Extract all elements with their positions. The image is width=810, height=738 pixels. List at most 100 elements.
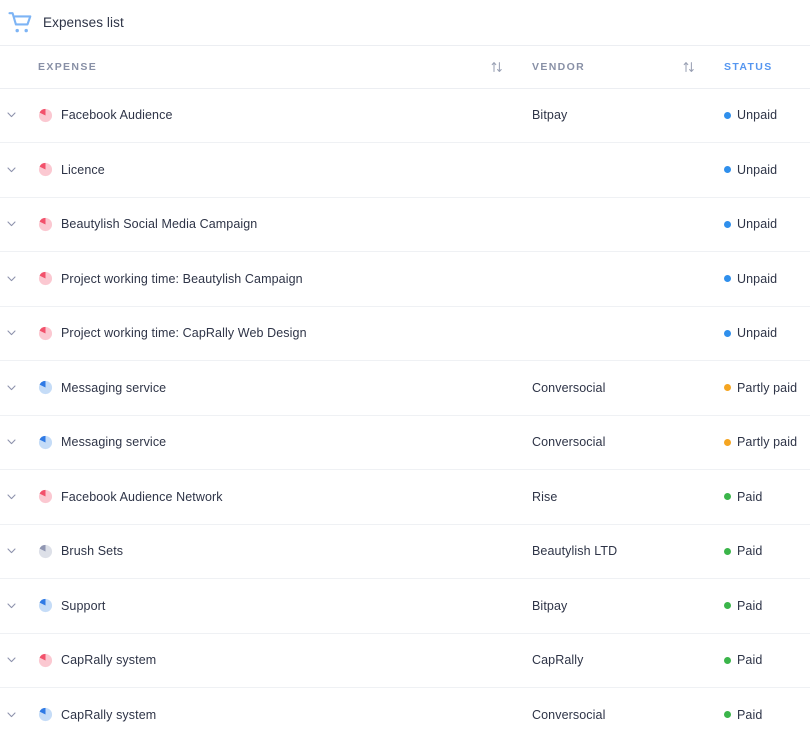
cell-spacer [490, 306, 532, 361]
status-badge: Unpaid [724, 108, 810, 122]
table-row[interactable]: Project working time: CapRally Web Desig… [0, 306, 810, 361]
expense-name: Messaging service [61, 435, 167, 450]
cell-spacer [490, 687, 532, 738]
status-label: Unpaid [737, 326, 778, 341]
table-header-row: EXPENSE VENDOR STATUS [0, 46, 810, 89]
status-label: Paid [737, 707, 763, 722]
cell-vendor: Bitpay [532, 88, 682, 143]
sort-updown-icon[interactable] [490, 60, 504, 74]
table-row[interactable]: Licence Unpaid [0, 142, 810, 198]
chevron-down-icon[interactable] [0, 439, 22, 445]
cell-spacer [490, 142, 532, 198]
vendor-name: Rise [532, 489, 558, 504]
cell-vendor: Conversocial [532, 415, 682, 470]
status-badge: Unpaid [724, 217, 810, 231]
expense-name: Facebook Audience Network [61, 489, 223, 504]
vendor-name: Bitpay [532, 108, 568, 123]
chevron-down-icon[interactable] [0, 167, 22, 173]
cell-spacer [490, 415, 532, 470]
table-row[interactable]: Facebook Audience Bitpay Unpaid [0, 88, 810, 143]
expense-cell-content: Support [0, 598, 490, 613]
expense-cell-content: Beautylish Social Media Campaign [0, 217, 490, 232]
cell-spacer [682, 88, 724, 143]
expenses-list-page: Expenses list EXPENSE VENDOR STATUS Face… [0, 0, 810, 738]
vendor-name: Bitpay [532, 598, 568, 613]
status-badge: Unpaid [724, 163, 810, 177]
cell-spacer [682, 415, 724, 470]
expense-cell-content: Licence [0, 162, 490, 177]
cell-spacer [490, 88, 532, 143]
table-row[interactable]: Facebook Audience Network Rise Paid [0, 469, 810, 525]
expense-cell-content: Brush Sets [0, 544, 490, 559]
cell-status: Paid [724, 687, 810, 738]
chevron-down-icon[interactable] [0, 112, 22, 118]
cell-vendor [532, 142, 682, 198]
cell-spacer [682, 360, 724, 416]
chevron-down-icon[interactable] [0, 494, 22, 500]
cell-spacer [490, 469, 532, 525]
page-titlebar: Expenses list [0, 0, 810, 46]
chevron-down-icon[interactable] [0, 385, 22, 391]
pie-chart-icon [38, 381, 53, 395]
status-badge: Paid [724, 490, 810, 504]
cell-spacer [682, 469, 724, 525]
table-row[interactable]: Project working time: Beautylish Campaig… [0, 251, 810, 307]
chevron-down-icon[interactable] [0, 221, 22, 227]
table-row[interactable]: CapRally system CapRally Paid [0, 633, 810, 688]
status-label: Partly paid [737, 435, 798, 450]
cell-status: Partly paid [724, 415, 810, 470]
column-sort-vendor[interactable] [682, 46, 724, 89]
chevron-down-icon[interactable] [0, 657, 22, 663]
sort-updown-icon[interactable] [682, 60, 696, 74]
cell-spacer [490, 360, 532, 416]
status-label: Paid [737, 653, 763, 668]
vendor-name: Conversocial [532, 707, 606, 722]
chevron-down-icon[interactable] [0, 603, 22, 609]
cell-vendor: Bitpay [532, 578, 682, 634]
shopping-cart-icon [8, 11, 32, 32]
chevron-down-icon[interactable] [0, 276, 22, 282]
table-row[interactable]: Messaging service Conversocial Partly paid [0, 415, 810, 470]
cell-vendor [532, 197, 682, 252]
column-header-expense-label: EXPENSE [38, 60, 98, 73]
status-label: Unpaid [737, 217, 778, 232]
status-label: Unpaid [737, 162, 778, 177]
cell-vendor [532, 251, 682, 307]
cell-expense: Beautylish Social Media Campaign [0, 197, 490, 252]
column-header-vendor[interactable]: VENDOR [532, 46, 682, 89]
cell-status: Paid [724, 524, 810, 579]
table-row[interactable]: Brush Sets Beautylish LTD Paid [0, 524, 810, 579]
table-row[interactable]: Support Bitpay Paid [0, 578, 810, 634]
status-badge: Paid [724, 708, 810, 722]
status-badge: Paid [724, 599, 810, 613]
cell-vendor: Conversocial [532, 687, 682, 738]
status-dot-icon [724, 329, 731, 337]
expense-name: Brush Sets [61, 544, 124, 559]
pie-chart-icon [38, 653, 53, 667]
status-dot-icon [724, 711, 731, 719]
table-row[interactable]: Beautylish Social Media Campaign Unpaid [0, 197, 810, 252]
status-badge: Partly paid [724, 381, 810, 395]
cell-vendor: Rise [532, 469, 682, 525]
chevron-down-icon[interactable] [0, 548, 22, 554]
chevron-down-icon[interactable] [0, 330, 22, 336]
expense-name: CapRally system [61, 653, 157, 668]
cell-status: Paid [724, 633, 810, 688]
cell-expense: Brush Sets [0, 524, 490, 579]
chevron-down-icon[interactable] [0, 712, 22, 718]
status-label: Unpaid [737, 108, 778, 123]
status-badge: Unpaid [724, 272, 810, 286]
expense-name: Support [61, 598, 106, 613]
cell-status: Paid [724, 578, 810, 634]
status-dot-icon [724, 220, 731, 228]
cell-expense: Project working time: Beautylish Campaig… [0, 251, 490, 307]
status-dot-icon [724, 493, 731, 501]
column-sort-expense[interactable] [490, 46, 532, 89]
cell-expense: Facebook Audience [0, 88, 490, 143]
column-header-status[interactable]: STATUS [724, 46, 810, 89]
column-header-expense[interactable]: EXPENSE [0, 46, 490, 89]
status-dot-icon [724, 166, 731, 174]
expense-cell-content: Messaging service [0, 380, 490, 395]
table-row[interactable]: Messaging service Conversocial Partly paid [0, 360, 810, 416]
table-row[interactable]: CapRally system Conversocial Paid [0, 687, 810, 738]
